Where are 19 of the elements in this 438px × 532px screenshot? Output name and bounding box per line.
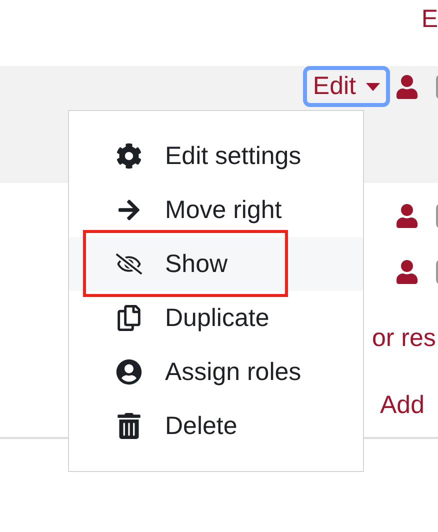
arrow-right-icon	[117, 198, 141, 222]
menu-item[interactable]: Duplicate	[69, 291, 363, 345]
eye-slash-icon	[116, 251, 142, 277]
link[interactable]: Add	[380, 390, 424, 420]
menu-item[interactable]: Show	[69, 237, 363, 291]
trash-icon	[116, 413, 142, 439]
gear-icon	[116, 143, 142, 169]
caret-icon	[366, 82, 380, 90]
edit-button[interactable]: Edit	[306, 70, 386, 103]
link[interactable]: or res	[372, 323, 436, 353]
person-icon[interactable]	[396, 74, 418, 98]
menu-item[interactable]: Delete	[69, 399, 363, 453]
menu-item[interactable]: Move right	[69, 183, 363, 237]
person-icon[interactable]	[396, 204, 418, 228]
person-icon[interactable]	[396, 260, 418, 284]
link[interactable]: E	[421, 4, 438, 34]
copy-icon	[116, 305, 142, 331]
menu-item[interactable]: Assign roles	[69, 345, 363, 399]
menu-item[interactable]: Edit settings	[69, 129, 363, 183]
